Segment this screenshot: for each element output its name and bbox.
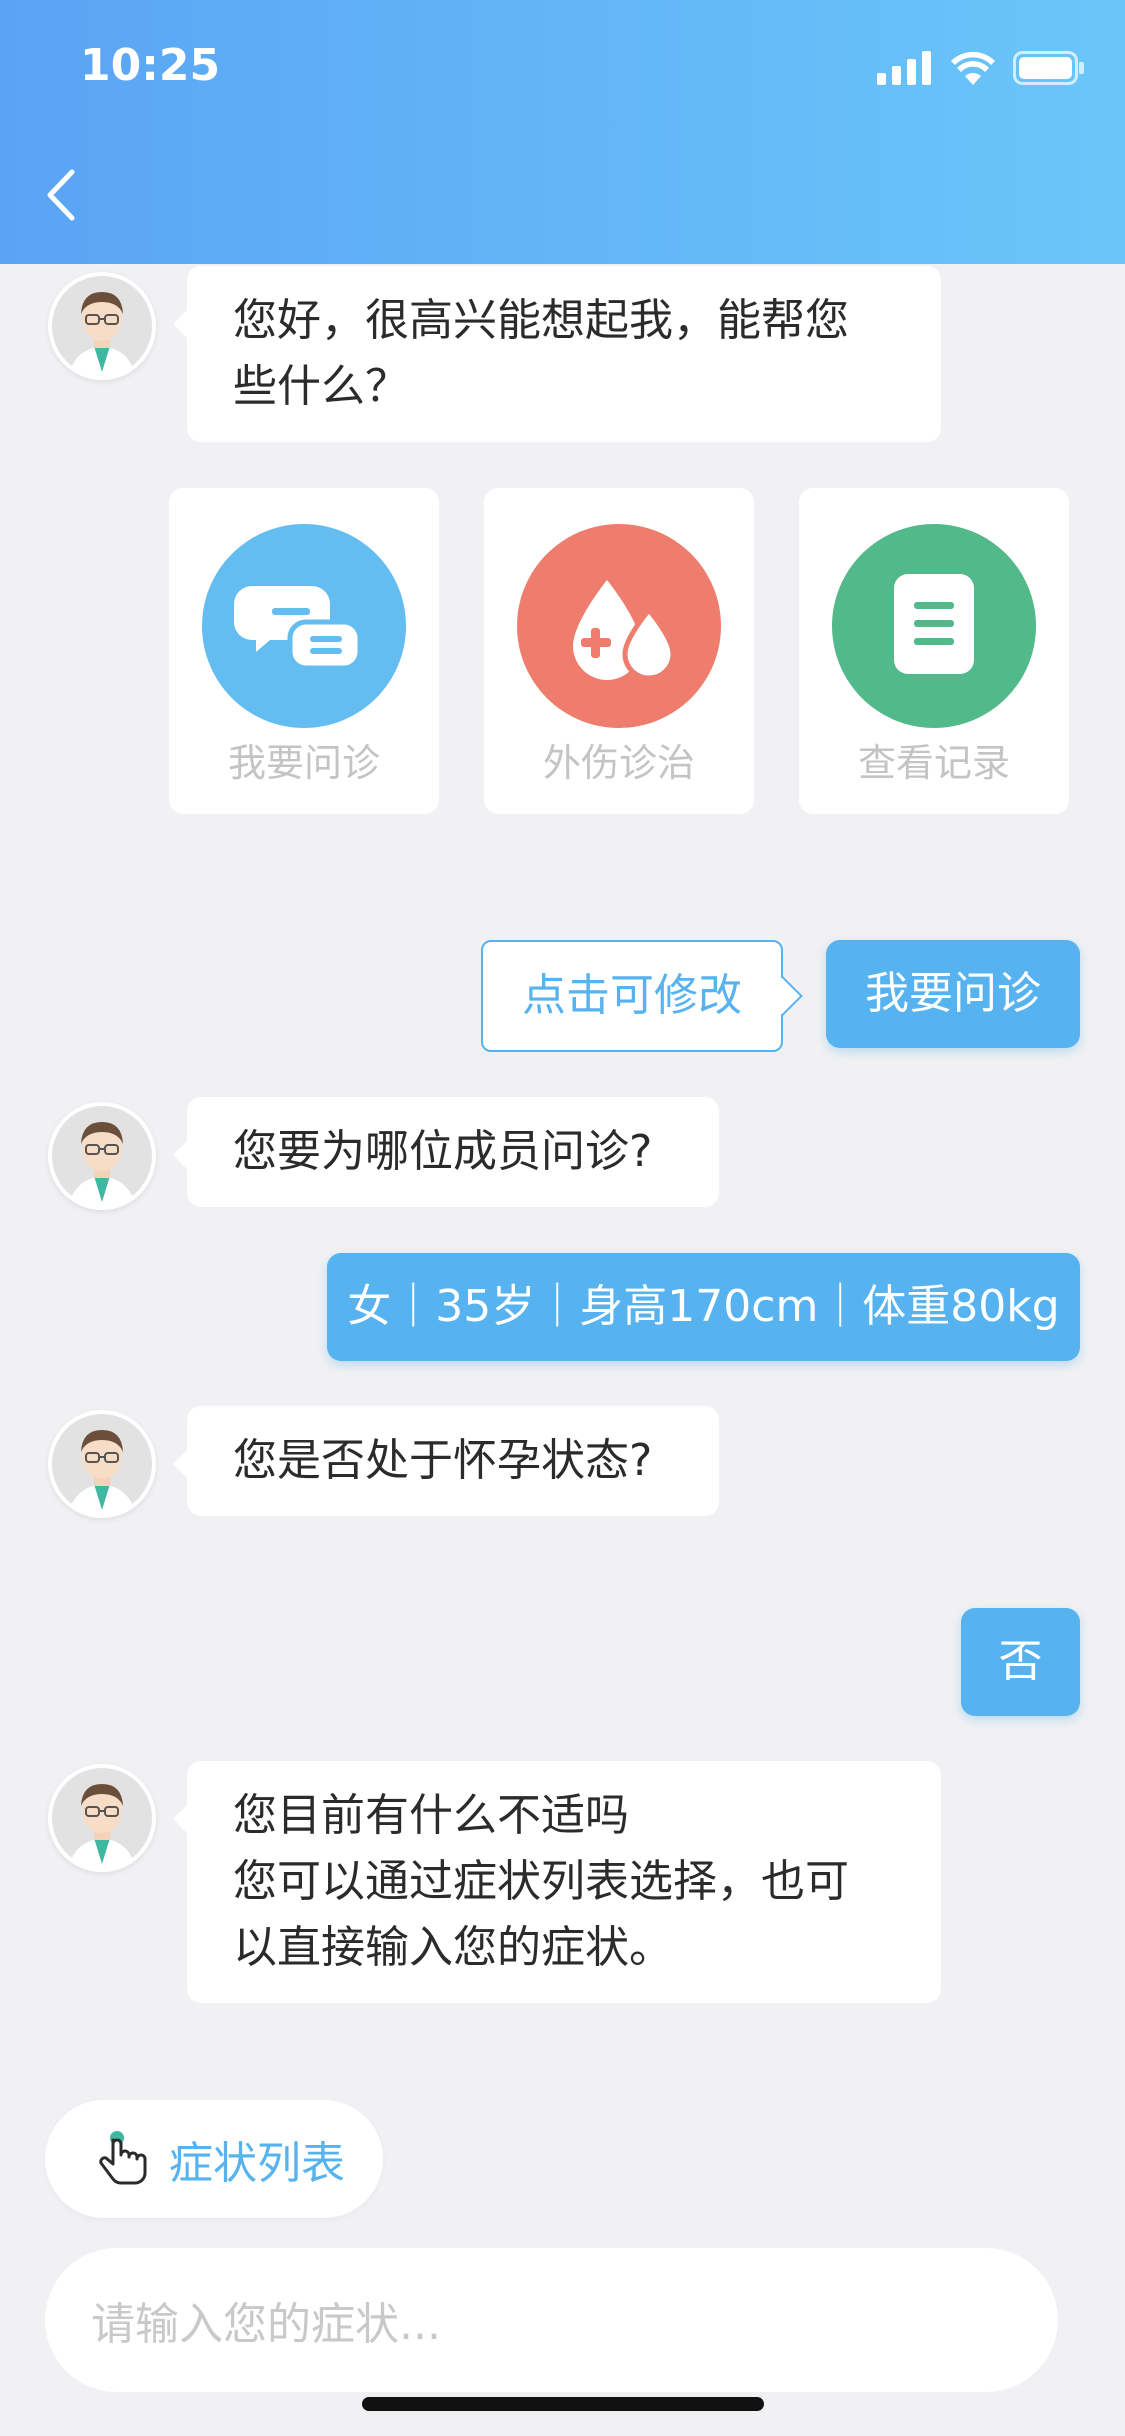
- message-greeting: 您好，很高兴能想起我，能帮您 些什么？: [173, 266, 941, 442]
- reply-consult: 我要问诊: [826, 940, 1080, 1048]
- option-label: 我要问诊: [227, 741, 380, 785]
- reply-pregnant-answer[interactable]: 否: [961, 1608, 1080, 1716]
- symptom-list-button[interactable]: 症状列表: [45, 2100, 383, 2218]
- message-ask-pregnant: 您是否处于怀孕状态?: [173, 1406, 719, 1516]
- reply-member-info[interactable]: 女｜35岁｜身高170cm｜体重80kg: [327, 1253, 1080, 1361]
- option-label: 外伤诊治: [542, 741, 695, 785]
- back-icon[interactable]: [40, 160, 90, 230]
- option-card-consult[interactable]: 我要问诊: [169, 488, 439, 814]
- message-line: 您可以通过症状列表选择，也可: [233, 1856, 849, 1907]
- battery-icon: [1013, 51, 1084, 85]
- document-icon: [832, 524, 1036, 728]
- chat-bubbles-icon: [202, 524, 406, 728]
- message-ask-member: 您要为哪位成员问诊?: [173, 1097, 719, 1207]
- edit-hint-label: 点击可修改: [522, 970, 742, 1021]
- status-time: 10:25: [80, 40, 221, 91]
- message-line: 您要为哪位成员问诊?: [233, 1126, 653, 1177]
- doctor-avatar: [48, 272, 156, 380]
- wifi-icon: [951, 51, 995, 85]
- message-line: 您目前有什么不适吗: [233, 1790, 629, 1841]
- edit-hint-button[interactable]: 点击可修改: [481, 940, 783, 1052]
- status-icons: [877, 48, 1085, 88]
- pointing-hand-icon: [99, 2131, 147, 2185]
- option-card-records[interactable]: 查看记录: [799, 488, 1069, 814]
- message-ask-symptoms: 您目前有什么不适吗 您可以通过症状列表选择，也可 以直接输入您的症状。: [173, 1761, 941, 2003]
- message-line: 您是否处于怀孕状态?: [233, 1435, 653, 1486]
- header-bar: 10:25: [0, 0, 1125, 264]
- blood-drop-icon: [517, 524, 721, 728]
- doctor-avatar: [48, 1102, 156, 1210]
- option-card-injury[interactable]: 外伤诊治: [484, 488, 754, 814]
- home-indicator[interactable]: [362, 2397, 764, 2411]
- doctor-avatar: [48, 1410, 156, 1518]
- option-label: 查看记录: [857, 741, 1010, 785]
- doctor-avatar: [48, 1764, 156, 1872]
- signal-icon: [877, 51, 931, 85]
- symptom-input[interactable]: 请输入您的症状...: [45, 2248, 1058, 2392]
- message-line: 您好，很高兴能想起我，能帮您: [233, 295, 849, 346]
- message-line: 些什么？: [233, 361, 409, 412]
- message-line: 以直接输入您的症状。: [233, 1922, 673, 1973]
- symptom-input-placeholder: 请输入您的症状...: [91, 2299, 441, 2350]
- symptom-list-label: 症状列表: [169, 2138, 345, 2189]
